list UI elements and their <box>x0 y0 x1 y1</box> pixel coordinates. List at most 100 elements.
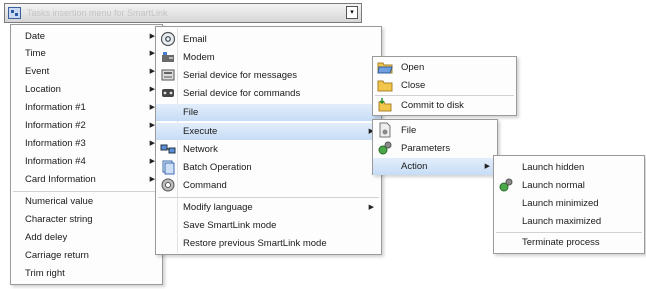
menu-separator <box>375 95 514 96</box>
main-tasks-menu: Date ▶ Time ▶ Event ▶ Location ▶ Information… <box>10 24 163 285</box>
menu-item-modem[interactable]: Modem <box>156 49 381 66</box>
menu-item-label: Execute <box>183 126 218 137</box>
menu-separator <box>158 197 379 198</box>
launch-icon <box>499 178 513 192</box>
menu-item-modify-language[interactable]: Modify language ▶ <box>156 199 381 216</box>
menu-item-save-smartlink-mode[interactable]: Save SmartLink mode <box>156 217 381 234</box>
menu-item-event[interactable]: Event ▶ <box>11 63 162 80</box>
menu-item-date[interactable]: Date ▶ <box>11 28 162 45</box>
menu-item-label: Time <box>25 48 46 59</box>
file-icon <box>379 122 391 138</box>
menu-item-close[interactable]: Close <box>373 77 516 94</box>
commit-to-disk-icon <box>378 98 392 112</box>
menu-item-serial-device-messages[interactable]: Serial device for messages <box>156 67 381 84</box>
menu-item-label: Date <box>25 31 46 42</box>
menu-item-label: Network <box>183 144 218 155</box>
menu-separator <box>496 232 642 233</box>
actions-submenu: Email Modem Serial device for messages S… <box>155 26 382 255</box>
menu-item-numerical-value[interactable]: Numerical value <box>11 193 162 210</box>
menu-item-label: Launch minimized <box>522 198 599 209</box>
menu-title: Tasks insertion menu for SmartLink <box>27 8 168 18</box>
menu-item-information-3[interactable]: Information #3 ▶ <box>11 135 162 152</box>
menu-item-label: Card Information <box>25 174 96 185</box>
menu-item-restore-smartlink-mode[interactable]: Restore previous SmartLink mode <box>156 235 381 252</box>
menu-item-label: Modem <box>183 52 215 63</box>
menu-item-label: Character string <box>25 214 93 225</box>
menu-item-label: Numerical value <box>25 196 94 207</box>
menu-item-label: Serial device for commands <box>183 88 301 99</box>
menu-item-email[interactable]: Email <box>156 31 381 48</box>
menu-item-launch-hidden[interactable]: Launch hidden <box>494 159 644 176</box>
menu-item-execute-file[interactable]: File <box>373 122 497 139</box>
menu-item-action[interactable]: Action ▶ <box>373 158 497 175</box>
menu-item-launch-maximized[interactable]: Launch maximized <box>494 213 644 230</box>
menu-item-execute[interactable]: Execute▶ <box>156 123 381 140</box>
menu-item-parameters[interactable]: Parameters <box>373 140 497 157</box>
menu-item-location[interactable]: Location ▶ <box>11 81 162 98</box>
menu-item-label: Commit to disk <box>401 100 464 111</box>
action-submenu: Launch hidden Launch normal Launch minim… <box>493 155 645 254</box>
smartlink-app-icon <box>8 7 21 19</box>
open-folder-icon <box>377 62 393 74</box>
menu-item-label: Add deley <box>25 232 68 243</box>
menu-item-character-string[interactable]: Character string <box>11 211 162 228</box>
menu-item-commit-to-disk[interactable]: Commit to disk <box>373 97 516 114</box>
menu-item-information-4[interactable]: Information #4 ▶ <box>11 153 162 170</box>
menu-item-label: Information #2 <box>25 120 86 131</box>
menu-item-label: Open <box>401 62 425 73</box>
menu-item-label: Information #3 <box>25 138 86 149</box>
serial-device-commands-icon <box>162 89 174 97</box>
menu-item-label: Information #1 <box>25 102 86 113</box>
menu-item-add-delay[interactable]: Add deley <box>11 229 162 246</box>
menu-item-label: Information #4 <box>25 156 86 167</box>
menu-item-launch-normal[interactable]: Launch normal <box>494 177 644 194</box>
execute-submenu: File Parameters Action ▶ <box>372 119 498 175</box>
menu-item-card-information[interactable]: Card Information ▶ <box>11 171 162 188</box>
menu-item-batch-operation[interactable]: Batch Operation <box>156 159 381 176</box>
menu-item-launch-minimized[interactable]: Launch minimized <box>494 195 644 212</box>
menu-item-label: Modify language <box>183 202 253 213</box>
network-icon <box>160 144 176 154</box>
file-submenu: Open Close Commit to disk <box>372 56 517 116</box>
menu-separator <box>13 191 160 192</box>
menu-item-label: Command <box>183 180 227 191</box>
menu-item-label: Serial device for messages <box>183 70 298 81</box>
menu-item-label: Parameters <box>401 143 451 154</box>
menu-item-open[interactable]: Open <box>373 59 516 76</box>
menu-item-carriage-return[interactable]: Carriage return <box>11 247 162 264</box>
menu-item-label: Close <box>401 80 426 91</box>
menu-item-label: Action <box>401 161 428 172</box>
submenu-arrow-icon: ▶ <box>484 163 490 170</box>
parameters-icon <box>378 141 392 155</box>
menu-item-label: Email <box>183 34 207 45</box>
menu-item-network[interactable]: Network <box>156 141 381 158</box>
command-icon <box>161 178 175 192</box>
menu-item-file[interactable]: File <box>156 104 381 121</box>
menu-item-label: Trim right <box>25 268 65 279</box>
menu-item-label: Batch Operation <box>183 162 252 173</box>
batch-operation-icon <box>162 160 175 175</box>
menu-item-label: Launch normal <box>522 180 585 191</box>
menu-item-command[interactable]: Command <box>156 177 381 194</box>
menu-item-label: Launch hidden <box>522 162 585 173</box>
dropdown-arrow-icon[interactable]: ▾ <box>346 6 358 19</box>
email-icon <box>160 31 176 47</box>
menu-item-information-1[interactable]: Information #1 ▶ <box>11 99 162 116</box>
menu-item-trim-right[interactable]: Trim right <box>11 265 162 282</box>
menu-item-time[interactable]: Time ▶ <box>11 45 162 62</box>
menu-item-terminate-process[interactable]: Terminate process <box>494 234 644 251</box>
submenu-arrow-icon: ▶ <box>368 204 374 211</box>
menu-item-information-2[interactable]: Information #2 ▶ <box>11 117 162 134</box>
serial-device-messages-icon <box>161 69 175 81</box>
menu-item-label: Launch maximized <box>522 216 602 227</box>
menu-item-label: Location <box>25 84 61 95</box>
modem-icon <box>162 52 174 62</box>
menu-item-label: Save SmartLink mode <box>183 220 277 231</box>
menu-item-serial-device-commands[interactable]: Serial device for commands <box>156 85 381 102</box>
menu-title-combo[interactable]: Tasks insertion menu for SmartLink ▾ <box>4 3 362 23</box>
menu-item-label: File <box>401 125 417 136</box>
menu-item-label: Event <box>25 66 50 77</box>
close-folder-icon <box>377 80 393 92</box>
menu-item-label: Terminate process <box>522 237 600 248</box>
menu-item-label: Restore previous SmartLink mode <box>183 238 327 249</box>
